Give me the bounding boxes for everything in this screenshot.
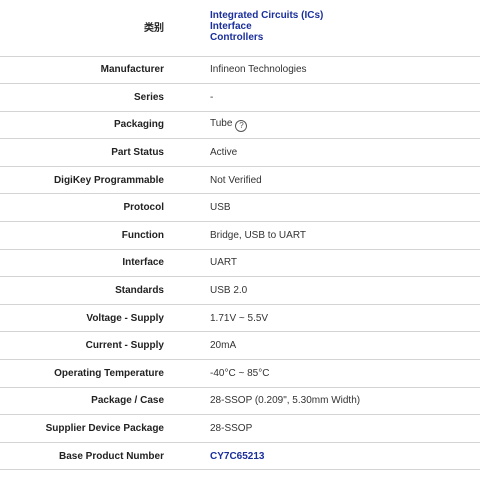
category-link-interface[interactable]: Interface <box>210 21 480 32</box>
table-row-packaging: Packaging Tube? <box>0 111 480 139</box>
base-product-number-label: Base Product Number <box>58 450 164 462</box>
current-supply-value: 20mA <box>210 340 237 352</box>
current-supply-label: Current - Supply <box>85 340 164 352</box>
table-row-current-supply: Current - Supply 20mA <box>0 332 480 360</box>
table-row-protocol: Protocol USB <box>0 194 480 222</box>
packaging-value: Tube? <box>210 111 480 139</box>
table-row-digikey-programmable: DigiKey Programmable Not Verified <box>0 166 480 194</box>
standards-label: Standards <box>115 285 164 297</box>
interface-value: UART <box>210 257 238 269</box>
voltage-supply-value: 1.71V ~ 5.5V <box>210 312 269 324</box>
category-label: 类别 <box>144 23 164 34</box>
digikey-programmable-value: Not Verified <box>210 174 262 186</box>
protocol-value: USB <box>210 202 231 214</box>
table-row-supplier-device-package: Supplier Device Package 28-SSOP <box>0 415 480 443</box>
manufacturer-value: Infineon Technologies <box>210 64 307 76</box>
table-row-standards: Standards USB 2.0 <box>0 277 480 305</box>
supplier-device-package-label: Supplier Device Package <box>45 423 164 435</box>
packaging-value-text: Tube <box>210 117 233 129</box>
interface-label: Interface <box>122 257 164 269</box>
table-row-base-product-number: Base Product Number CY7C65213 <box>0 442 480 470</box>
base-product-number-link[interactable]: CY7C65213 <box>210 451 264 462</box>
category-link-ics[interactable]: Integrated Circuits (ICs) <box>210 10 480 21</box>
table-row-part-status: Part Status Active <box>0 139 480 167</box>
table-row-manufacturer: Manufacturer Infineon Technologies <box>0 56 480 84</box>
table-row-series: Series - <box>0 84 480 112</box>
package-case-value: 28-SSOP (0.209", 5.30mm Width) <box>210 395 361 407</box>
table-row-package-case: Package / Case 28-SSOP (0.209", 5.30mm W… <box>0 387 480 415</box>
table-row-voltage-supply: Voltage - Supply 1.71V ~ 5.5V <box>0 304 480 332</box>
series-label: Series <box>133 91 164 103</box>
digikey-programmable-label: DigiKey Programmable <box>53 174 164 186</box>
manufacturer-label: Manufacturer <box>100 64 164 76</box>
operating-temperature-value: -40°C ~ 85°C <box>210 367 270 379</box>
part-status-value: Active <box>210 147 238 159</box>
table-row-category: 类别 Integrated Circuits (ICs) Interface C… <box>0 0 480 56</box>
supplier-device-package-value: 28-SSOP <box>210 423 253 435</box>
packaging-label: Packaging <box>113 119 164 131</box>
category-link-controllers[interactable]: Controllers <box>210 32 480 43</box>
product-attributes-table: 类别 Integrated Circuits (ICs) Interface C… <box>0 0 480 470</box>
table-row-operating-temperature: Operating Temperature -40°C ~ 85°C <box>0 360 480 388</box>
help-icon[interactable]: ? <box>235 119 248 132</box>
function-label: Function <box>121 229 164 241</box>
function-value: Bridge, USB to UART <box>210 229 306 241</box>
standards-value: USB 2.0 <box>210 285 248 297</box>
operating-temperature-label: Operating Temperature <box>54 367 164 379</box>
package-case-label: Package / Case <box>91 395 164 407</box>
protocol-label: Protocol <box>123 202 164 214</box>
category-value: Integrated Circuits (ICs) Interface Cont… <box>210 0 480 56</box>
voltage-supply-label: Voltage - Supply <box>86 312 164 324</box>
table-row-function: Function Bridge, USB to UART <box>0 222 480 250</box>
table-row-interface: Interface UART <box>0 249 480 277</box>
part-status-label: Part Status <box>111 147 164 159</box>
series-value: - <box>210 91 214 103</box>
